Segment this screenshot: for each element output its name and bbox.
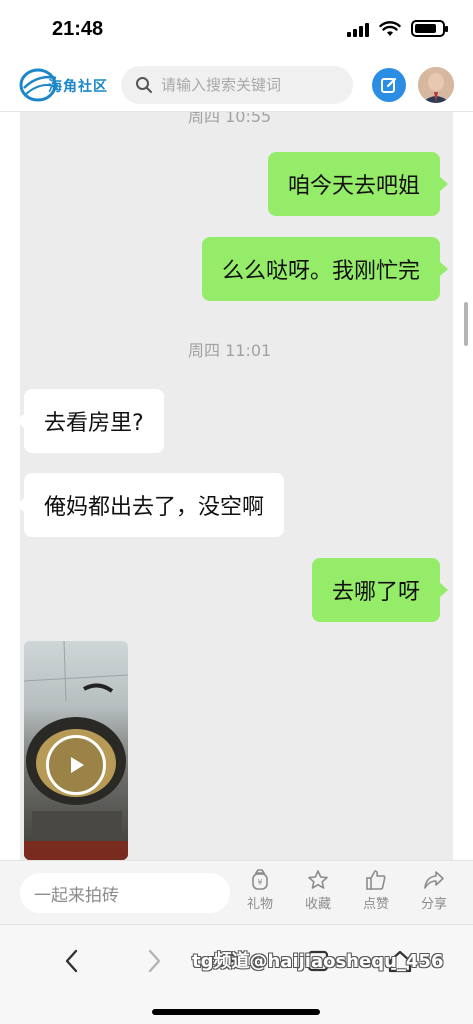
- edit-post-button[interactable]: [372, 68, 406, 102]
- chat-timestamp: 周四 10:55: [188, 112, 272, 126]
- forward-button[interactable]: [134, 941, 174, 981]
- chat-bubble-incoming: 俺妈都出去了，没空啊: [20, 473, 285, 537]
- comment-input[interactable]: 一起来拍砖: [20, 873, 230, 913]
- scrollbar[interactable]: [464, 302, 468, 346]
- user-avatar-icon: [418, 67, 454, 103]
- thumbs-up-icon: [366, 870, 386, 890]
- chat-bubble-incoming: 去看房里?: [20, 389, 164, 453]
- edit-icon: [381, 77, 397, 93]
- search-box[interactable]: [121, 66, 353, 104]
- favorite-button[interactable]: 收藏: [298, 869, 338, 912]
- search-icon: [136, 77, 152, 93]
- chat-timestamp: 周四 11:01: [188, 341, 272, 360]
- gift-label: 礼物: [246, 897, 273, 912]
- favorite-label: 收藏: [304, 897, 331, 912]
- status-bar: 21:48: [0, 0, 473, 58]
- back-icon: [65, 949, 78, 973]
- logo-text: 海角社区: [48, 79, 108, 95]
- battery-icon: [411, 20, 448, 37]
- video-play-button[interactable]: [46, 735, 106, 795]
- chat-video-thumbnail[interactable]: [24, 641, 128, 860]
- browser-nav-bar: tg频道@haijiaoshequ_456: [0, 924, 473, 1024]
- play-icon: [71, 757, 84, 773]
- share-icon: [424, 871, 444, 889]
- forward-icon: [148, 949, 161, 973]
- share-button[interactable]: 分享: [414, 869, 454, 912]
- like-label: 点赞: [362, 897, 389, 912]
- post-content: 周四 10:55 咱今天去吧姐 么么哒呀。我刚忙完 周四 11:01 去看房里?…: [0, 112, 473, 860]
- avatar[interactable]: [418, 67, 454, 103]
- status-time: 21:48: [52, 18, 104, 40]
- back-button[interactable]: [52, 941, 92, 981]
- cellular-signal-icon: [347, 21, 369, 37]
- logo[interactable]: 海角社区: [18, 64, 110, 106]
- app-header: 海角社区: [0, 58, 473, 112]
- wifi-icon: [379, 20, 401, 36]
- gift-icon: ¥: [252, 869, 268, 890]
- share-label: 分享: [420, 897, 447, 912]
- chat-bubble-outgoing: 咱今天去吧姐: [267, 152, 449, 216]
- action-bar: 一起来拍砖 ¥ 礼物 收藏 点赞 分享: [0, 860, 473, 924]
- watermark-text: tg频道@haijiaoshequ_456: [192, 951, 444, 972]
- search-input[interactable]: [161, 76, 341, 94]
- chat-screenshot: 周四 10:55 咱今天去吧姐 么么哒呀。我刚忙完 周四 11:01 去看房里?…: [20, 112, 453, 860]
- chat-bubble-outgoing: 么么哒呀。我刚忙完: [201, 237, 449, 301]
- svg-text:¥: ¥: [257, 878, 262, 887]
- like-button[interactable]: 点赞: [356, 869, 396, 912]
- status-icons: [347, 20, 448, 37]
- chat-bubble-outgoing: 去哪了呀: [311, 558, 449, 622]
- home-indicator[interactable]: [152, 1009, 320, 1015]
- star-icon: [308, 870, 328, 889]
- gift-button[interactable]: ¥ 礼物: [240, 869, 280, 912]
